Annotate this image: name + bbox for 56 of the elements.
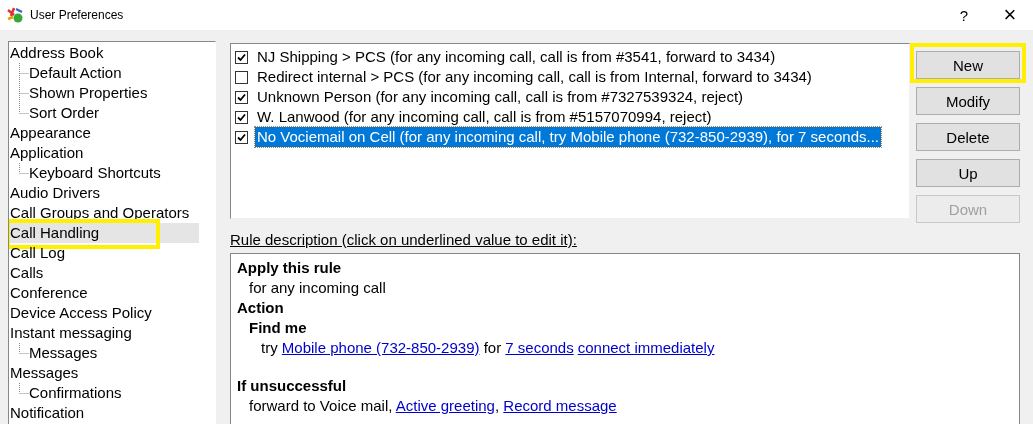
help-button[interactable]: ? bbox=[941, 0, 987, 30]
rule-text: try bbox=[261, 339, 279, 356]
rule-item[interactable]: Redirect internal > PCS (for any incoming call, call is from Internal, forward to 3434) bbox=[255, 67, 814, 87]
value-link[interactable]: 7 seconds bbox=[505, 339, 574, 356]
description-label: Rule description (click on underlined value to edit it): bbox=[230, 231, 577, 249]
checkbox[interactable] bbox=[235, 70, 248, 84]
checkbox[interactable] bbox=[235, 90, 248, 104]
tree-item[interactable]: Application bbox=[9, 143, 199, 163]
tree-item[interactable]: Call Handling bbox=[9, 223, 199, 243]
tree-item[interactable]: Address Book bbox=[9, 43, 199, 63]
rule-item[interactable]: W. Lanwood (for any incoming call, call is from #5157070994, reject) bbox=[255, 107, 714, 127]
tree-line bbox=[19, 343, 29, 354]
rule-text: forward to Voice mail, bbox=[249, 397, 394, 414]
tree-item[interactable]: Appearance bbox=[9, 123, 199, 143]
tree-item[interactable]: Messages bbox=[9, 363, 199, 383]
value-link[interactable]: Mobile phone (732-850-2939) bbox=[281, 339, 480, 356]
action-button[interactable]: Modify bbox=[916, 87, 1020, 115]
tree-item[interactable]: Device Access Policy bbox=[9, 303, 199, 323]
tree-item[interactable]: Instant messaging bbox=[9, 323, 199, 343]
window-title: User Preferences bbox=[30, 8, 125, 22]
section-heading: Apply this rule bbox=[237, 258, 343, 278]
rule-item[interactable]: No Vociemail on Cell (for any incoming call, try Mobile phone (732-850-2939), for 7 seconds... bbox=[255, 127, 881, 147]
app-icon bbox=[6, 6, 24, 24]
action-button[interactable]: New bbox=[916, 51, 1020, 79]
tree-item[interactable]: Calls bbox=[9, 263, 199, 283]
value-link[interactable]: Record message bbox=[503, 397, 617, 414]
tree-item[interactable]: Default Action bbox=[9, 63, 199, 83]
value-link[interactable]: Active greeting bbox=[395, 397, 495, 414]
action-button[interactable]: Up bbox=[916, 159, 1020, 187]
rule-text: for any incoming call bbox=[249, 279, 386, 296]
tree-item[interactable]: Keyboard Shortcuts bbox=[9, 163, 199, 183]
tree-item[interactable]: Audio Drivers bbox=[9, 183, 199, 203]
rule-text: , bbox=[494, 397, 501, 414]
section-heading: If unsuccessful bbox=[237, 376, 348, 396]
tree-item[interactable]: Messages bbox=[9, 343, 199, 363]
checkbox[interactable] bbox=[235, 110, 248, 124]
tree-line bbox=[19, 383, 29, 394]
tree-item[interactable]: Shown Properties bbox=[9, 83, 199, 103]
tree-line bbox=[19, 63, 29, 83]
tree-item[interactable]: Call Groups and Operators bbox=[9, 203, 199, 223]
close-button[interactable]: × bbox=[987, 0, 1033, 30]
section-heading: Action bbox=[237, 298, 285, 318]
rule-item[interactable]: NJ Shipping > PCS (for any incoming call, call is from #3541, forward to 3434) bbox=[255, 47, 778, 67]
checkbox[interactable] bbox=[235, 50, 248, 64]
tree-item[interactable]: Conference bbox=[9, 283, 199, 303]
tree-item[interactable]: Call Log bbox=[9, 243, 199, 263]
tree-item[interactable]: Sort Order bbox=[9, 103, 199, 123]
tree-item[interactable]: Notification bbox=[9, 403, 199, 423]
action-button[interactable]: Delete bbox=[916, 123, 1020, 151]
checkbox[interactable] bbox=[235, 130, 248, 144]
rule-item[interactable]: Unknown Person (for any incoming call, call is from #7327539324, reject) bbox=[255, 87, 746, 107]
rule-text: for bbox=[482, 339, 503, 356]
section-heading: Find me bbox=[249, 318, 308, 338]
value-link[interactable]: connect immediately bbox=[577, 339, 715, 356]
tree-item[interactable]: Confirmations bbox=[9, 383, 199, 403]
tree-line bbox=[19, 163, 29, 174]
